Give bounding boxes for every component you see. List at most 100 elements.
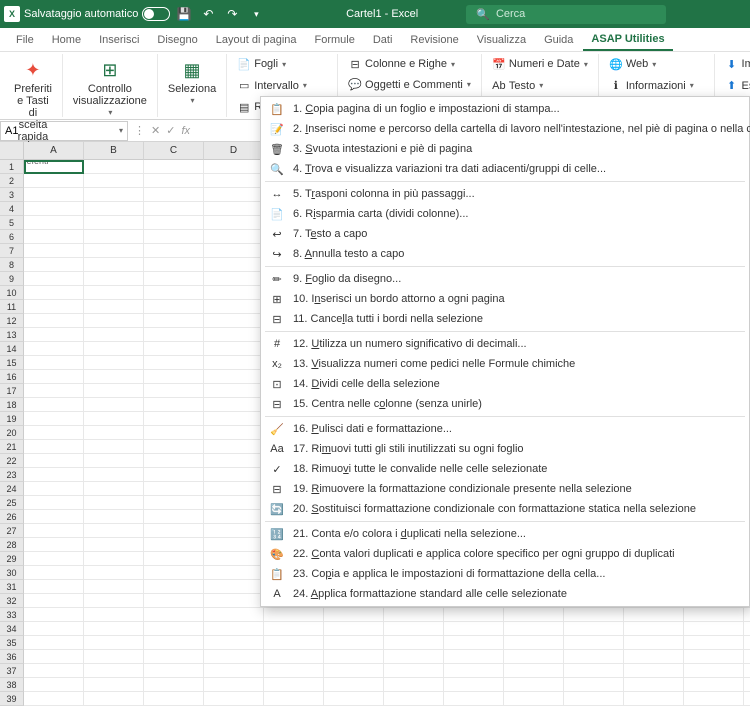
cell[interactable] xyxy=(384,650,444,664)
cell[interactable] xyxy=(564,608,624,622)
cell[interactable] xyxy=(564,636,624,650)
undo-icon[interactable]: ↶ xyxy=(198,4,218,24)
cell[interactable] xyxy=(324,678,384,692)
cell[interactable] xyxy=(444,664,504,678)
menu-item[interactable]: x₂13. Visualizza numeri come pedici nell… xyxy=(261,354,749,374)
row-header[interactable]: 2 xyxy=(0,174,24,188)
cell[interactable] xyxy=(84,510,144,524)
cols-rows-button[interactable]: ⊟Colonne e Righe▾ xyxy=(344,56,475,72)
cell[interactable] xyxy=(684,692,744,706)
menu-item[interactable]: 📄6. Risparmia carta (dividi colonne)... xyxy=(261,204,749,224)
cell[interactable] xyxy=(144,174,204,188)
cell[interactable] xyxy=(84,230,144,244)
row-header[interactable]: 38 xyxy=(0,678,24,692)
column-header[interactable]: D xyxy=(204,142,264,160)
cell[interactable] xyxy=(204,328,264,342)
cell[interactable] xyxy=(684,622,744,636)
cell[interactable] xyxy=(84,650,144,664)
cell[interactable] xyxy=(144,552,204,566)
cell[interactable] xyxy=(84,384,144,398)
cell[interactable] xyxy=(204,552,264,566)
cell[interactable] xyxy=(504,692,564,706)
cell[interactable] xyxy=(84,202,144,216)
cell[interactable] xyxy=(384,608,444,622)
cell[interactable] xyxy=(204,538,264,552)
cell[interactable] xyxy=(204,426,264,440)
cell[interactable] xyxy=(504,636,564,650)
cancel-icon[interactable]: ✕ xyxy=(151,124,160,137)
cell[interactable] xyxy=(144,622,204,636)
row-header[interactable]: 21 xyxy=(0,440,24,454)
cell[interactable] xyxy=(204,636,264,650)
cell[interactable] xyxy=(264,608,324,622)
cell[interactable] xyxy=(624,692,684,706)
row-header[interactable]: 28 xyxy=(0,538,24,552)
cell[interactable] xyxy=(84,244,144,258)
row-header[interactable]: 9 xyxy=(0,272,24,286)
cell[interactable] xyxy=(24,188,84,202)
cell[interactable] xyxy=(444,622,504,636)
cell[interactable] xyxy=(144,314,204,328)
cell[interactable] xyxy=(84,636,144,650)
cell[interactable] xyxy=(24,314,84,328)
cell[interactable] xyxy=(24,538,84,552)
cell[interactable] xyxy=(564,650,624,664)
cell[interactable] xyxy=(84,188,144,202)
cell[interactable] xyxy=(324,608,384,622)
cell[interactable] xyxy=(204,594,264,608)
cell[interactable] xyxy=(24,636,84,650)
cell[interactable] xyxy=(144,384,204,398)
cell[interactable] xyxy=(144,594,204,608)
column-header[interactable]: B xyxy=(84,142,144,160)
row-header[interactable]: 16 xyxy=(0,370,24,384)
cell[interactable] xyxy=(504,608,564,622)
search-input[interactable] xyxy=(496,8,656,20)
menu-item[interactable]: A24. Applica formattazione standard alle… xyxy=(261,584,749,604)
cell[interactable] xyxy=(144,524,204,538)
row-header[interactable]: 8 xyxy=(0,258,24,272)
cell[interactable] xyxy=(504,650,564,664)
cell[interactable] xyxy=(324,692,384,706)
save-icon[interactable]: 💾 xyxy=(174,4,194,24)
cell[interactable] xyxy=(24,454,84,468)
menu-item[interactable]: ⊟15. Centra nelle colonne (senza unirle) xyxy=(261,394,749,414)
cell[interactable] xyxy=(504,622,564,636)
qat-dropdown-icon[interactable]: ▾ xyxy=(246,4,266,24)
cell[interactable] xyxy=(24,412,84,426)
cell[interactable] xyxy=(24,230,84,244)
info-button[interactable]: ℹInformazioni▾ xyxy=(605,78,708,94)
cell[interactable] xyxy=(84,216,144,230)
row-header[interactable]: 7 xyxy=(0,244,24,258)
row-header[interactable]: 36 xyxy=(0,650,24,664)
menu-item[interactable]: ✏9. Foglio da disegno... xyxy=(261,269,749,289)
row-header[interactable]: 29 xyxy=(0,552,24,566)
row-header[interactable]: 10 xyxy=(0,286,24,300)
cell[interactable] xyxy=(624,608,684,622)
cell[interactable] xyxy=(204,608,264,622)
cell[interactable] xyxy=(84,524,144,538)
cell[interactable] xyxy=(204,440,264,454)
row-header[interactable]: 18 xyxy=(0,398,24,412)
row-header[interactable]: 33 xyxy=(0,608,24,622)
cell[interactable] xyxy=(144,412,204,426)
tab-disegno[interactable]: Disegno xyxy=(149,30,205,50)
tab-guida[interactable]: Guida xyxy=(536,30,581,50)
cell[interactable] xyxy=(144,398,204,412)
row-header[interactable]: 12 xyxy=(0,314,24,328)
cell[interactable] xyxy=(564,692,624,706)
numbers-dates-button[interactable]: 📅Numeri e Date▾ xyxy=(488,56,592,72)
row-header[interactable]: 39 xyxy=(0,692,24,706)
row-header[interactable]: 30 xyxy=(0,566,24,580)
cell[interactable] xyxy=(204,314,264,328)
cell[interactable] xyxy=(144,454,204,468)
cell[interactable] xyxy=(204,384,264,398)
cell[interactable] xyxy=(24,174,84,188)
range-button[interactable]: ▭Intervallo▾ xyxy=(233,78,331,94)
cell[interactable] xyxy=(264,622,324,636)
tab-revisione[interactable]: Revisione xyxy=(402,30,466,50)
cell[interactable] xyxy=(144,202,204,216)
cell[interactable] xyxy=(204,398,264,412)
cell[interactable] xyxy=(684,678,744,692)
cell[interactable] xyxy=(144,650,204,664)
cell[interactable] xyxy=(24,202,84,216)
